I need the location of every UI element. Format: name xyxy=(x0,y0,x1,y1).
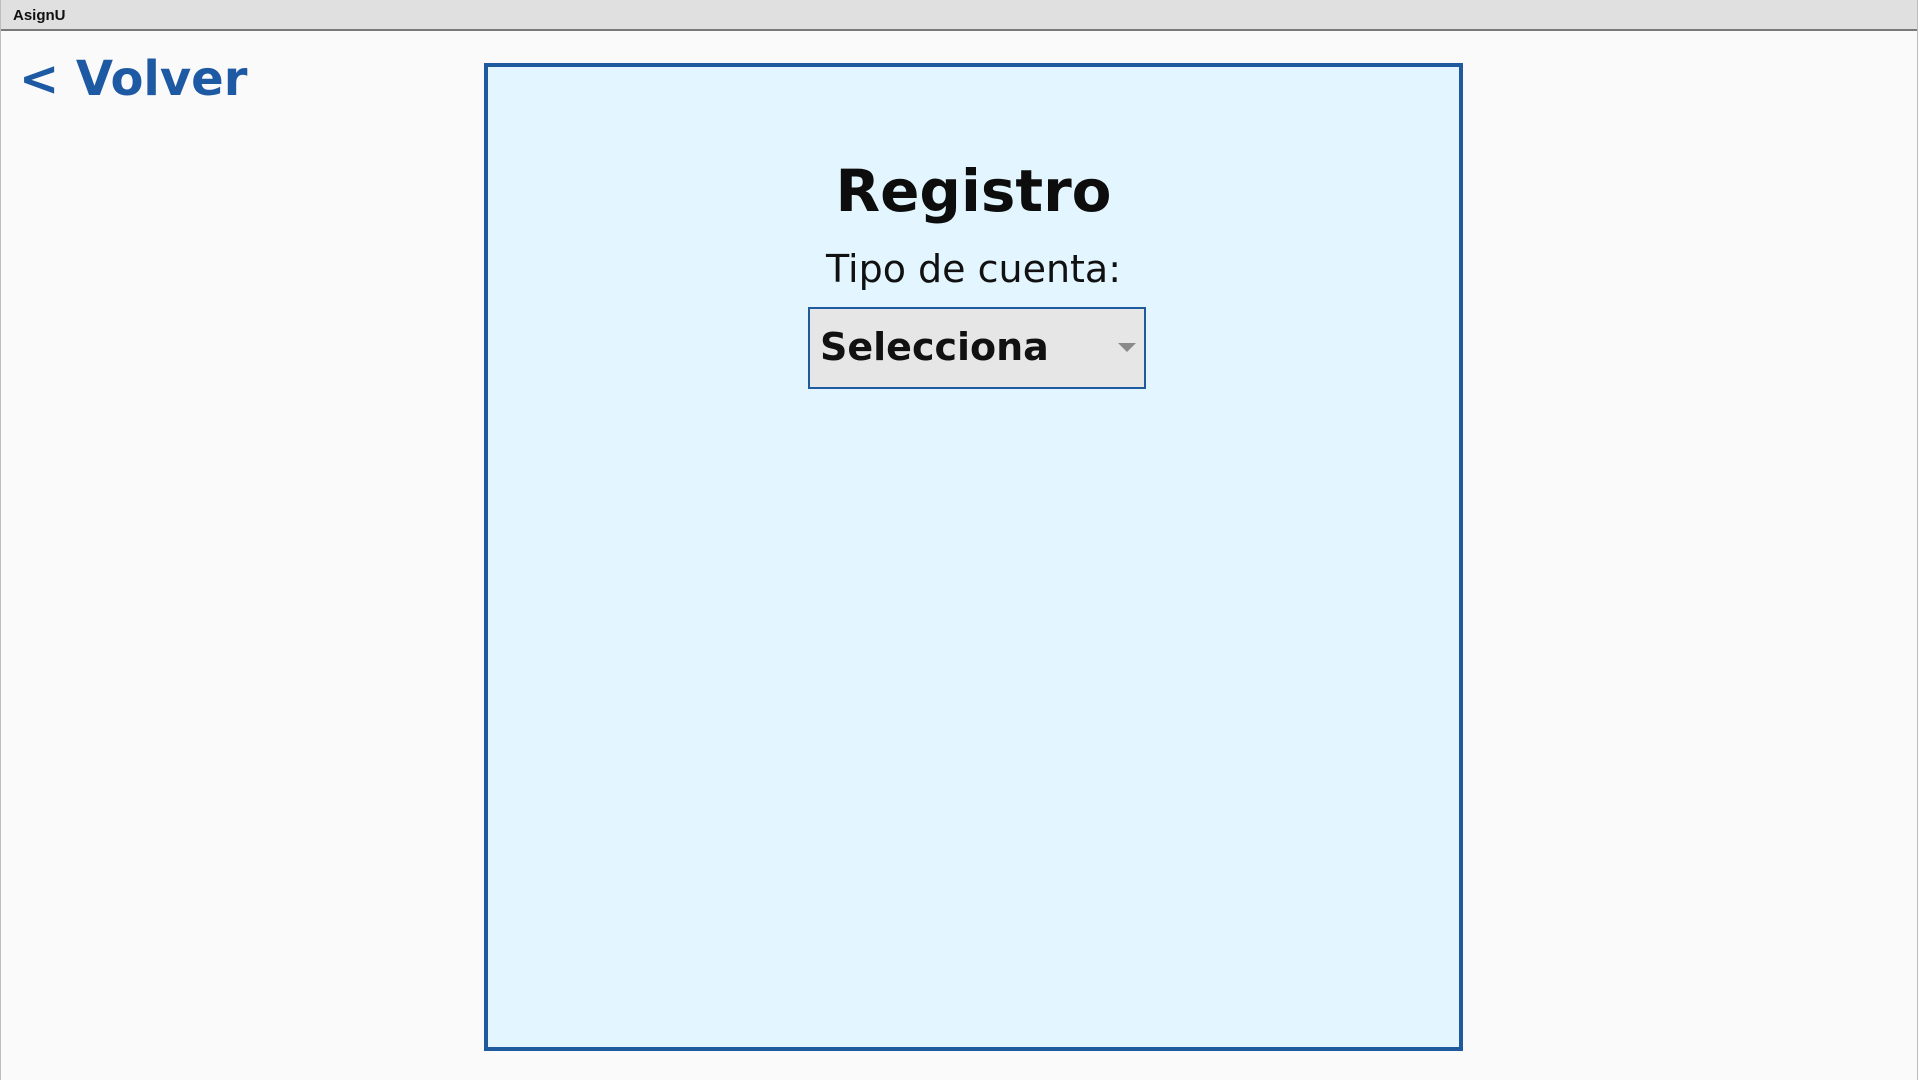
page-title: Registro xyxy=(835,157,1112,225)
account-type-select[interactable]: Selecciona xyxy=(808,307,1146,389)
chevron-down-icon xyxy=(1118,343,1136,352)
window-title: AsignU xyxy=(13,7,66,24)
account-type-selected-value: Selecciona xyxy=(820,325,1049,369)
title-bar: AsignU xyxy=(1,0,1917,31)
registration-panel: Registro Tipo de cuenta: Selecciona xyxy=(484,63,1463,1051)
account-type-label: Tipo de cuenta: xyxy=(825,247,1122,291)
back-button[interactable]: < Volver xyxy=(19,51,247,107)
main-content: < Volver Registro Tipo de cuenta: Selecc… xyxy=(1,31,1917,1080)
app-window: AsignU < Volver Registro Tipo de cuenta:… xyxy=(0,0,1918,1080)
